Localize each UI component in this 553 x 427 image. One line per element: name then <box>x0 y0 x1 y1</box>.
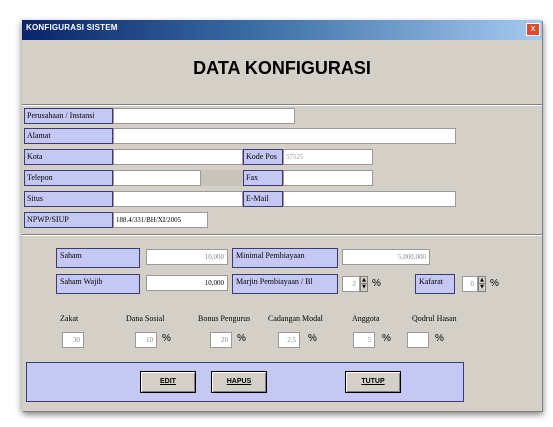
telepon-field[interactable] <box>113 170 201 186</box>
saham-field[interactable]: 10,000 <box>146 249 228 265</box>
anggota-caption: Anggota <box>352 314 380 323</box>
hapus-button[interactable]: HAPUS <box>211 371 267 393</box>
dana-sosial-percent: % <box>162 333 171 344</box>
saham-wajib-label: Saham Wajib <box>56 274 140 294</box>
kodepos-label: Kode Pos <box>243 149 283 165</box>
page-title: DATA KONFIGURASI <box>193 58 371 78</box>
marjin-percent: % <box>372 278 381 289</box>
kafarat-spinner[interactable]: ▲ ▼ <box>478 276 486 292</box>
marjin-label: Marjin Pembiayaan / Bl <box>232 274 338 294</box>
window-title: KONFIGURASI SISTEM <box>26 23 118 32</box>
spin-down-icon[interactable]: ▼ <box>479 284 485 291</box>
minimal-pembiayaan-label: Minimal Pembiayaan <box>232 248 338 268</box>
fax-label: Fax <box>243 170 283 186</box>
zakat-caption: Zakat <box>60 314 79 323</box>
anggota-percent: % <box>382 333 391 344</box>
dana-sosial-field[interactable]: 10 <box>135 332 157 348</box>
qodrul-hasan-caption: Qodrul Hasan <box>412 314 457 323</box>
dana-sosial-caption: Dana Sosial <box>126 314 165 323</box>
qodrul-hasan-field[interactable] <box>407 332 429 348</box>
alamat-field[interactable] <box>113 128 456 144</box>
spin-up-icon[interactable]: ▲ <box>361 277 367 284</box>
email-field[interactable] <box>283 191 456 207</box>
kafarat-field[interactable]: 0 <box>462 276 478 292</box>
divider <box>22 104 542 106</box>
button-bar: EDIT HAPUS TUTUP <box>26 362 464 402</box>
kota-label: Kota <box>24 149 113 165</box>
situs-field[interactable] <box>113 191 243 207</box>
fax-field[interactable] <box>283 170 373 186</box>
spin-up-icon[interactable]: ▲ <box>479 277 485 284</box>
minimal-pembiayaan-field[interactable]: 5,000,000 <box>342 249 430 265</box>
marjin-spinner[interactable]: ▲ ▼ <box>360 276 368 292</box>
cadangan-modal-percent: % <box>308 333 317 344</box>
spin-down-icon[interactable]: ▼ <box>361 284 367 291</box>
npwp-label: NPWP/SIUP <box>24 212 113 228</box>
kota-field[interactable] <box>113 149 243 165</box>
title-bar[interactable]: KONFIGURASI SISTEM x <box>22 20 542 40</box>
bonus-pengurus-caption: Bonus Pengurus <box>198 314 251 323</box>
saham-wajib-field[interactable]: 10,000 <box>146 275 228 291</box>
telepon-label: Telepon <box>24 170 113 186</box>
bonus-pengurus-field[interactable]: 20 <box>210 332 232 348</box>
cadangan-modal-caption: Cadangan Modal <box>268 314 323 323</box>
npwp-field[interactable]: 188.4/331/BH/XI/2005 <box>113 212 208 228</box>
bonus-pengurus-percent: % <box>237 333 246 344</box>
kodepos-field[interactable]: 57525 <box>283 149 373 165</box>
tutup-button[interactable]: TUTUP <box>345 371 401 393</box>
qodrul-hasan-percent: % <box>435 333 444 344</box>
perusahaan-label: Perusahaan / Instansi <box>24 108 113 124</box>
alamat-label: Alamat <box>24 128 113 144</box>
zakat-field[interactable]: 30 <box>62 332 84 348</box>
config-window: KONFIGURASI SISTEM x DATA KONFIGURASI Pe… <box>22 20 542 411</box>
kafarat-label: Kafarat <box>415 274 455 294</box>
telepon-spacer <box>201 170 243 186</box>
edit-button[interactable]: EDIT <box>140 371 196 393</box>
close-icon[interactable]: x <box>526 23 540 36</box>
cadangan-modal-field[interactable]: 2.5 <box>278 332 300 348</box>
kafarat-percent: % <box>490 278 499 289</box>
saham-label: Saham <box>56 248 140 268</box>
perusahaan-field[interactable] <box>113 108 295 124</box>
divider <box>22 234 542 236</box>
marjin-field[interactable]: 2 <box>342 276 360 292</box>
email-label: E-Mail <box>243 191 283 207</box>
anggota-field[interactable]: 5 <box>353 332 375 348</box>
situs-label: Situs <box>24 191 113 207</box>
